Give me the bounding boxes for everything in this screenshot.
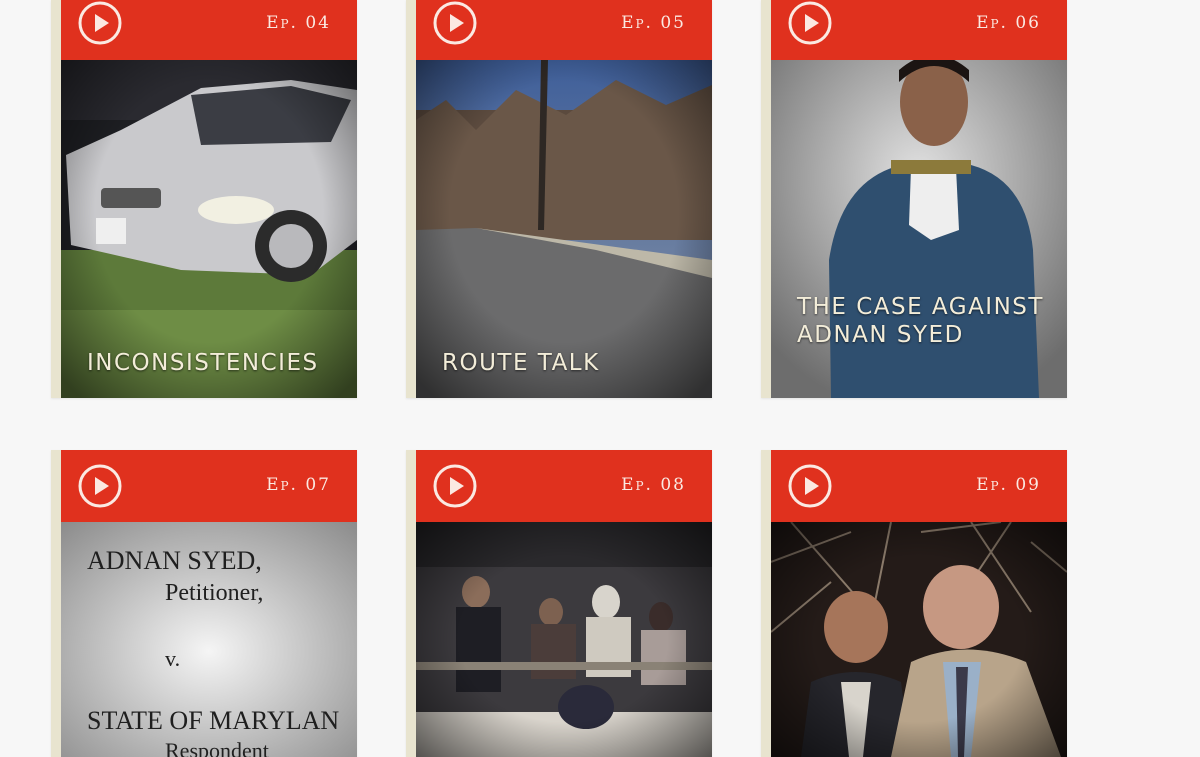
episode-number: Ep. 09 xyxy=(976,475,1041,495)
episode-photo[interactable] xyxy=(416,522,712,757)
document-line: ADNAN SYED, xyxy=(87,546,262,575)
episode-photo[interactable] xyxy=(771,522,1067,757)
episode-card-09[interactable]: Ep. 09 xyxy=(761,450,1067,757)
episode-number: Ep. 07 xyxy=(266,475,331,495)
episode-card-08[interactable]: Ep. 08 xyxy=(406,450,712,757)
card-header: Ep. 06 xyxy=(771,0,1067,60)
episode-number: Ep. 04 xyxy=(266,13,331,33)
episode-number: Ep. 08 xyxy=(621,475,686,495)
episode-photo[interactable]: ADNAN SYED, Petitioner, v. STATE OF MARY… xyxy=(61,522,357,757)
episode-title: Inconsistencies xyxy=(87,350,319,376)
document-line: v. xyxy=(165,646,181,671)
episode-card-05[interactable]: Ep. 05 ROUTE TALK xyxy=(406,0,712,398)
episode-photo[interactable] xyxy=(61,60,357,398)
play-circle-icon[interactable] xyxy=(787,0,833,46)
episode-photo[interactable] xyxy=(416,60,712,398)
play-circle-icon[interactable] xyxy=(432,463,478,509)
episode-card-07[interactable]: Ep. 07 ADNAN SYED, Petitioner, v. STATE … xyxy=(51,450,357,757)
episode-card-06[interactable]: Ep. 06 The Case Against Adnan Syed xyxy=(761,0,1067,398)
episode-card-04[interactable]: Ep. 04 INCONSISTENCIES xyxy=(51,0,357,398)
episode-number: Ep. 05 xyxy=(621,13,686,33)
episode-title: Route Talk xyxy=(442,350,600,376)
card-header: Ep. 09 xyxy=(771,450,1067,522)
play-circle-icon[interactable] xyxy=(77,0,123,46)
document-line: Petitioner, xyxy=(165,580,264,606)
document-line: STATE OF MARYLAN xyxy=(87,706,340,735)
card-header: Ep. 04 xyxy=(61,0,357,60)
play-circle-icon[interactable] xyxy=(77,463,123,509)
play-circle-icon[interactable] xyxy=(432,0,478,46)
episode-title: The Case Against Adnan Syed xyxy=(797,294,1044,348)
card-header: Ep. 05 xyxy=(416,0,712,60)
episode-number: Ep. 06 xyxy=(976,13,1041,33)
document-line: Respondent xyxy=(165,738,269,757)
play-circle-icon[interactable] xyxy=(787,463,833,509)
card-header: Ep. 08 xyxy=(416,450,712,522)
card-header: Ep. 07 xyxy=(61,450,357,522)
